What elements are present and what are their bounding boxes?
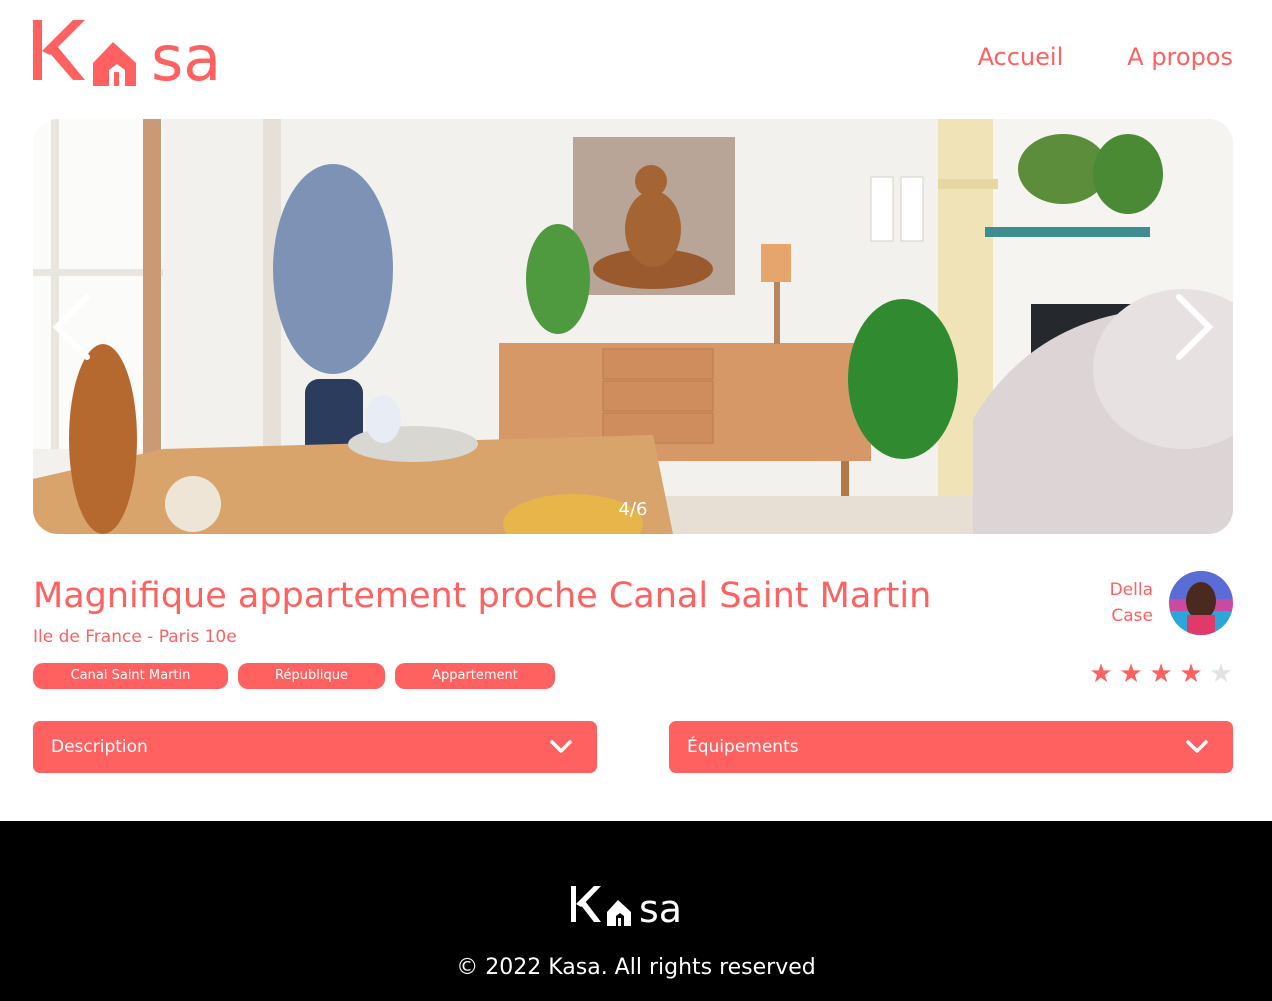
carousel-next-arrow[interactable] [1163, 287, 1219, 367]
star-empty-icon: ★ [1209, 659, 1233, 689]
host-first-name: Della [1109, 580, 1153, 600]
kasa-logo[interactable]: sa [33, 20, 245, 90]
host-last-name: Case [1111, 606, 1153, 626]
footer: sa © 2022 Kasa. All rights reserved [0, 821, 1272, 1001]
host-avatar [1169, 571, 1233, 635]
host-name: Della Case [1110, 577, 1153, 629]
star-filled-icon: ★ [1119, 659, 1143, 689]
footer-copyright: © 2022 Kasa. All rights reserved [456, 955, 816, 980]
equipments-collapse[interactable]: Équipements [669, 721, 1233, 773]
nav-home-link[interactable]: Accueil [978, 43, 1064, 71]
image-carousel: 4/6 [33, 119, 1233, 534]
main-nav: Accueil A propos [978, 43, 1233, 71]
chevron-down-icon [1186, 740, 1208, 753]
star-filled-icon: ★ [1179, 659, 1203, 689]
tag: République [238, 663, 385, 689]
tag: Appartement [395, 663, 555, 689]
tag: Canal Saint Martin [33, 663, 228, 689]
star-filled-icon: ★ [1149, 659, 1173, 689]
rating: ★ ★ ★ ★ ★ [1089, 659, 1233, 689]
chevron-down-icon [550, 740, 572, 753]
description-collapse[interactable]: Description [33, 721, 597, 773]
listing-title: Magnifique appartement proche Canal Sain… [33, 576, 932, 616]
equipments-collapse-label: Équipements [687, 737, 799, 757]
listing-location: Ile de France - Paris 10e [33, 627, 237, 647]
nav-about-link[interactable]: A propos [1127, 43, 1233, 71]
carousel-image [33, 119, 1233, 534]
svg-text:sa: sa [639, 887, 682, 928]
description-collapse-label: Description [51, 737, 148, 757]
listing-tags: Canal Saint Martin République Appartemen… [33, 663, 555, 689]
host: Della Case [1110, 571, 1233, 635]
carousel-counter: 4/6 [618, 499, 648, 520]
carousel-prev-arrow[interactable] [47, 287, 103, 367]
header: sa Accueil A propos [33, 0, 1233, 119]
kasa-footer-logo: sa [571, 886, 682, 928]
svg-text:sa: sa [151, 22, 221, 90]
star-filled-icon: ★ [1089, 659, 1113, 689]
